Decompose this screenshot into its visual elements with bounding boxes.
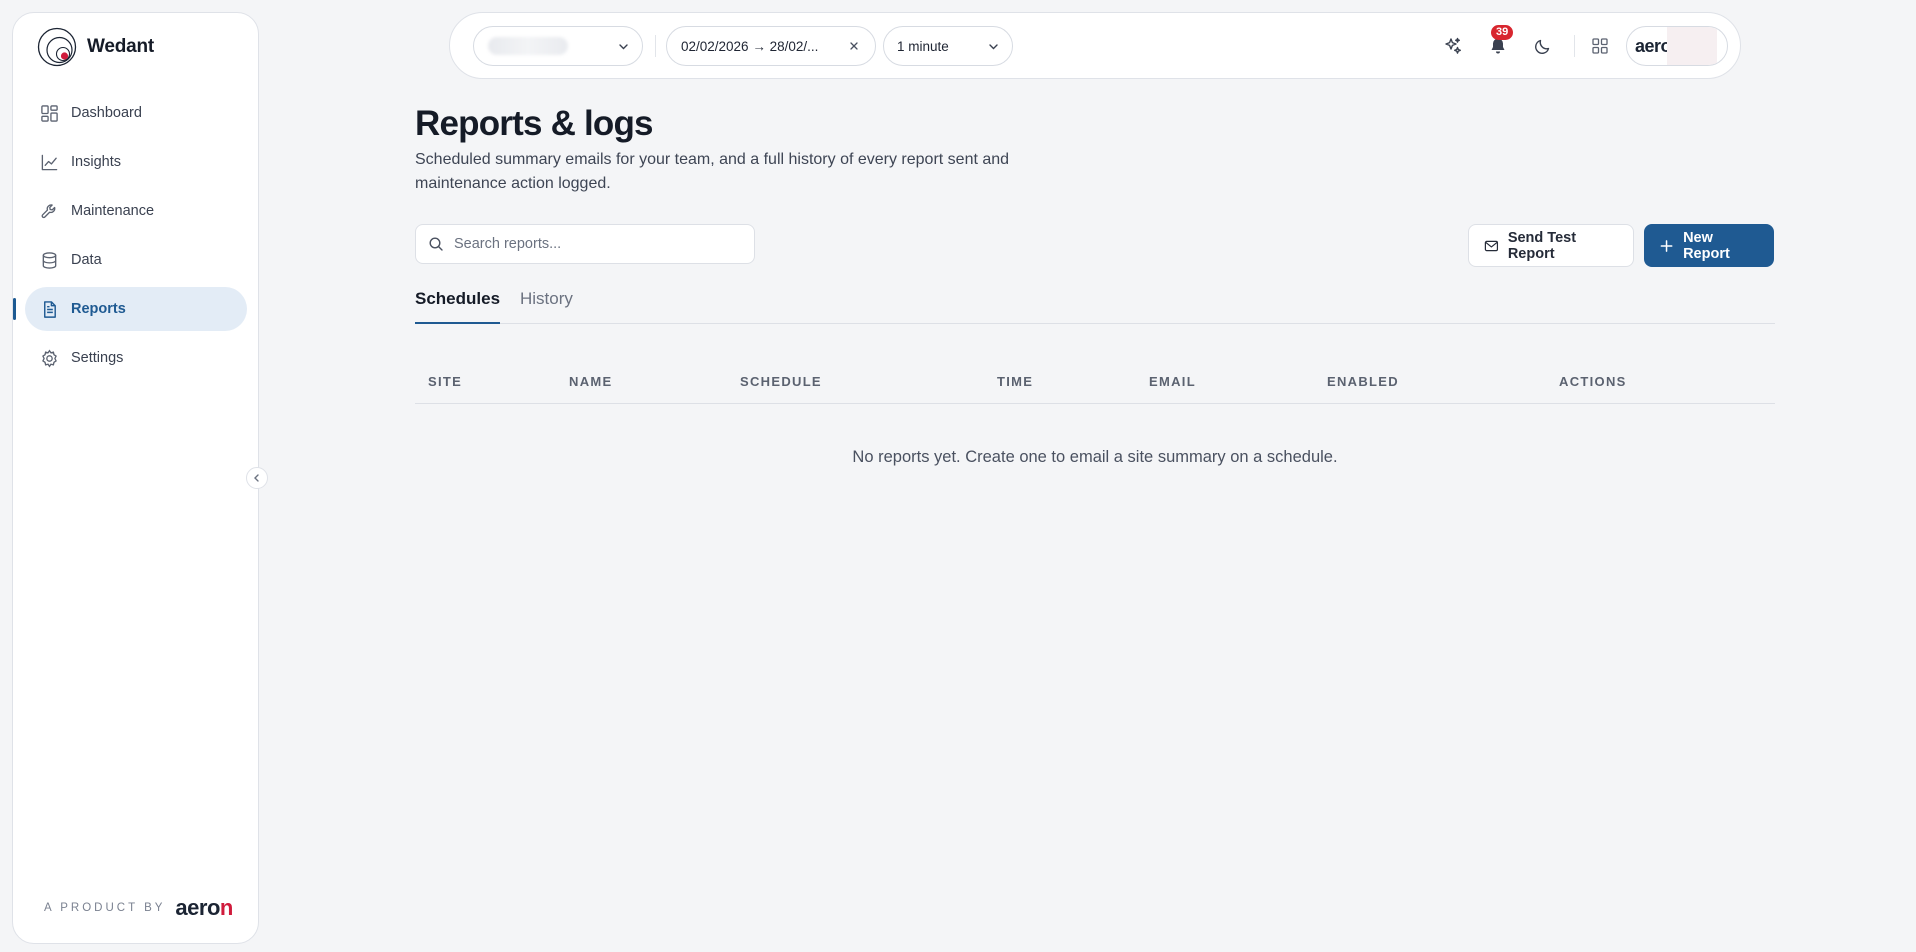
page-description: Scheduled summary emails for your team, … [415, 151, 1010, 192]
sidebar-collapse-button[interactable] [246, 467, 268, 489]
send-test-report-label: Send Test Report [1507, 229, 1577, 262]
date-range-value: 02/02/2026 → 28/02/... [681, 38, 819, 54]
chevron-left-icon [254, 474, 259, 482]
close-icon[interactable] [847, 39, 861, 53]
column-header-enabled[interactable]: ENABLED [1327, 374, 1399, 389]
dashboard-grid-icon [41, 104, 58, 122]
new-report-button[interactable]: New Report [1644, 224, 1774, 267]
new-report-label: New Report [1683, 229, 1730, 262]
send-test-report-button[interactable]: Send Test Report [1468, 224, 1634, 267]
interval-select[interactable]: 1 minute [883, 26, 1013, 66]
account-menu[interactable]: aeroi [1626, 26, 1728, 66]
product-by-footer: A PRODUCT BY aero n [44, 895, 233, 921]
mail-icon [1484, 240, 1499, 251]
page-title: Reports & logs [415, 104, 654, 143]
sidebar-item-label: Insights [71, 154, 121, 170]
empty-state-message: No reports yet. Create one to email a si… [852, 448, 1338, 466]
tab-history[interactable]: History [520, 288, 573, 324]
main-content: Reports & logs Scheduled summary emails … [415, 96, 1775, 467]
sidebar-item-maintenance[interactable]: Maintenance [25, 189, 247, 233]
moon-icon [1535, 39, 1550, 54]
theme-toggle-button[interactable] [1531, 34, 1555, 58]
notification-badge: 39 [1491, 25, 1514, 40]
ai-sparkle-button[interactable] [1441, 34, 1465, 58]
column-header-schedule[interactable]: SCHEDULE [740, 374, 822, 389]
sparkle-icon [1445, 37, 1461, 54]
site-select[interactable] [473, 26, 643, 66]
column-header-email[interactable]: EMAIL [1149, 374, 1196, 389]
document-icon [44, 300, 56, 318]
sidebar-item-data[interactable]: Data [25, 238, 247, 282]
line-chart-icon [41, 154, 58, 170]
avatar [1667, 27, 1717, 65]
sidebar-item-settings[interactable]: Settings [25, 336, 247, 380]
search-input[interactable] [454, 236, 744, 252]
wedant-logo-icon [37, 27, 77, 67]
sidebar-item-label: Dashboard [71, 105, 142, 121]
aeron-logo: aero n [175, 895, 233, 921]
column-header-name[interactable]: NAME [569, 374, 612, 389]
sidebar-nav: Dashboard Insights Maintenance Data Repo… [13, 91, 247, 385]
sidebar-item-label: Data [71, 252, 102, 268]
plus-icon [1660, 239, 1673, 252]
top-bar: 02/02/2026 → 28/02/... 1 minute aeroi [449, 12, 1741, 79]
site-name-redacted [488, 37, 568, 55]
grid-icon [1592, 38, 1608, 54]
column-header-site[interactable]: SITE [428, 374, 462, 389]
product-by-label: A PRODUCT BY [44, 902, 166, 914]
column-header-time[interactable]: TIME [997, 374, 1033, 389]
schedules-table: SITE NAME SCHEDULE TIME EMAIL ENABLED AC… [415, 360, 1775, 467]
reports-tabs: Schedules History [415, 288, 1775, 324]
brand[interactable]: Wedant [37, 27, 154, 67]
tab-schedules[interactable]: Schedules [415, 288, 501, 324]
sidebar-item-label: Reports [71, 301, 126, 317]
reports-toolbar: Send Test Report New Report [415, 224, 1775, 268]
wrench-icon [41, 203, 56, 218]
brand-name: Wedant [87, 36, 155, 57]
topbar-divider [1574, 35, 1575, 57]
column-header-actions: ACTIONS [1559, 374, 1627, 389]
chevron-down-icon [989, 44, 998, 50]
aeron-wordmark: aero [175, 895, 220, 920]
interval-value: 1 minute [897, 38, 949, 54]
sidebar-item-insights[interactable]: Insights [25, 140, 247, 184]
sidebar: Wedant Dashboard Insights Maintenance Da… [12, 12, 259, 944]
gear-icon [42, 349, 57, 367]
sidebar-item-label: Settings [71, 350, 124, 366]
account-wordmark: aero [1635, 35, 1672, 56]
search-box[interactable] [415, 224, 755, 264]
database-icon [42, 251, 57, 269]
date-range-picker[interactable]: 02/02/2026 → 28/02/... [666, 26, 876, 66]
aeron-wordmark-last: n [219, 895, 233, 920]
sidebar-item-label: Maintenance [71, 203, 155, 219]
sidebar-item-reports[interactable]: Reports [13, 287, 247, 331]
search-icon [429, 237, 443, 251]
topbar-divider [655, 35, 656, 57]
sidebar-item-dashboard[interactable]: Dashboard [25, 91, 247, 135]
table-header: SITE NAME SCHEDULE TIME EMAIL ENABLED AC… [415, 360, 1775, 404]
apps-button[interactable] [1588, 34, 1612, 58]
chevron-down-icon [619, 44, 628, 50]
